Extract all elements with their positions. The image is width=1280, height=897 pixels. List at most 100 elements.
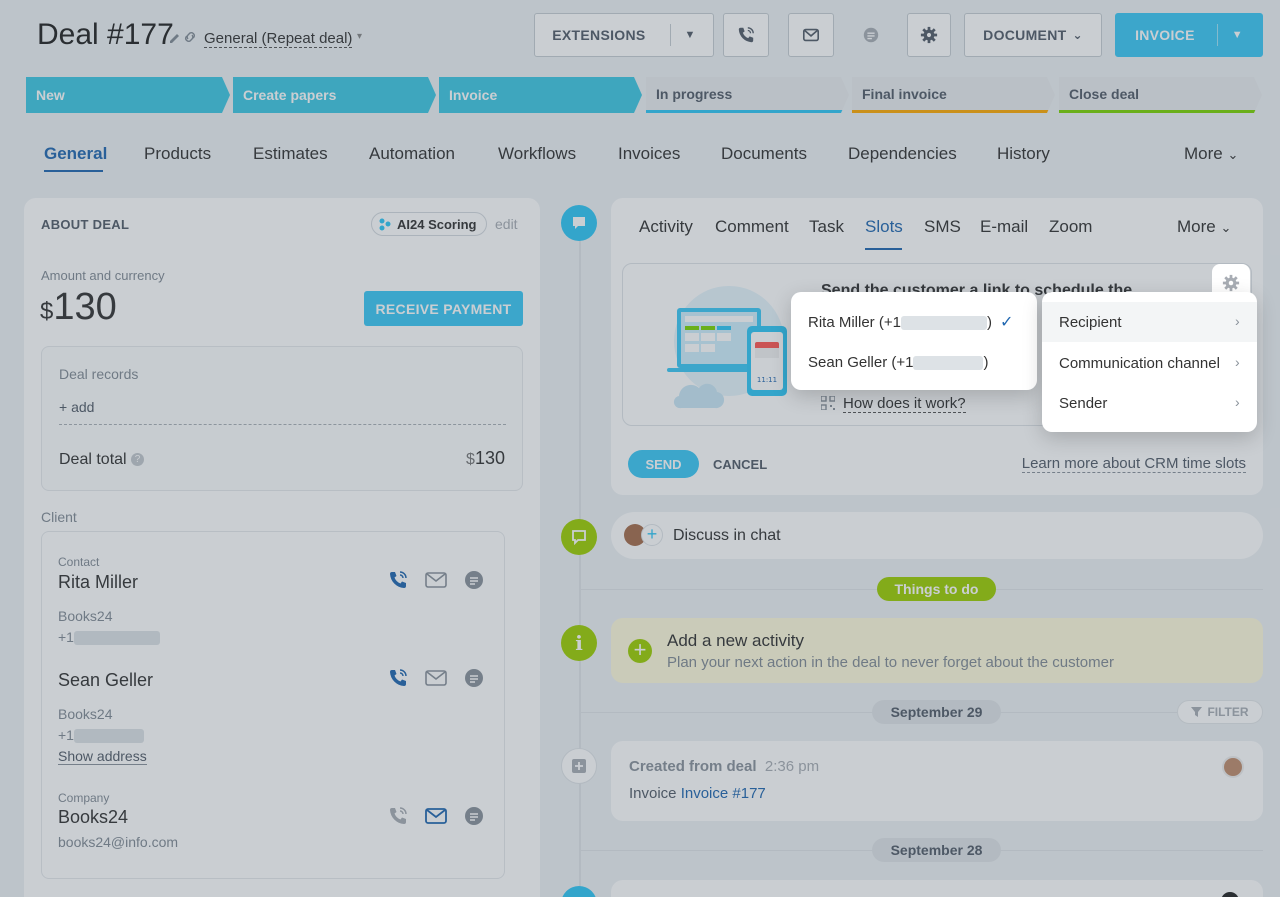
document-add-icon [572,759,586,773]
phone-icon[interactable] [388,570,408,590]
company-name[interactable]: Books24 [58,807,128,828]
document-button[interactable]: DOCUMENT ⌄ [964,13,1102,57]
amount-number: 130 [53,286,117,328]
invoice-link[interactable]: Invoice #177 [681,785,766,802]
envelope-icon[interactable] [425,806,447,826]
phone-icon[interactable] [388,668,408,688]
tab-dependencies[interactable]: Dependencies [848,144,957,164]
recipient-option-sean[interactable]: Sean Geller (+1) [808,354,988,371]
total-number: 130 [474,448,505,468]
tab-comment[interactable]: Comment [715,217,789,237]
stage-in-progress[interactable]: In progress [646,77,849,113]
created-event-body: Invoice Invoice #177 [629,785,766,802]
tab-invoices[interactable]: Invoices [618,144,680,164]
add-participant-icon[interactable]: + [641,524,663,546]
stage-create-papers[interactable]: Create papers [233,77,436,113]
tab-more[interactable]: More ⌄ [1177,217,1231,237]
deal-records-label: Deal records [59,366,139,382]
sean-label: Sean Geller (+1 [808,354,914,371]
tab-activity[interactable]: Activity [639,217,693,237]
contact-phone[interactable]: +1 [58,629,160,646]
receive-payment-button[interactable]: RECEIVE PAYMENT [364,291,523,326]
deal-total-value: $130 [466,448,505,469]
chevron-down-icon[interactable]: ▼ [685,29,696,41]
add-activity-card[interactable]: + Add a new activity Plan your next acti… [611,618,1263,683]
learn-more-link[interactable]: Learn more about CRM time slots [1021,456,1246,473]
menu-item-recipient[interactable]: Recipient [1059,314,1122,331]
invoice-button[interactable]: INVOICE ▼ [1115,13,1263,57]
stage-new[interactable]: New [26,77,230,113]
contact-phone[interactable]: +1 [58,727,144,744]
phone-icon[interactable] [388,806,408,826]
redacted-phone [900,316,987,331]
tab-zoom[interactable]: Zoom [1049,217,1092,237]
edit-link[interactable]: edit [495,216,518,232]
timeline-line [579,225,581,897]
tab-underline [44,170,103,172]
send-button[interactable]: SEND [628,450,699,478]
chevron-down-icon[interactable]: ▾ [357,31,362,42]
call-button[interactable] [723,13,769,57]
filter-button[interactable]: FILTER [1177,700,1263,724]
discuss-chat-label: Discuss in chat [673,527,781,544]
document-label: DOCUMENT [983,27,1067,43]
tab-documents[interactable]: Documents [721,144,807,164]
add-record-link[interactable]: + add [59,399,94,415]
help-icon[interactable]: ? [131,453,145,467]
tab-automation[interactable]: Automation [369,144,455,164]
deal-category[interactable]: General (Repeat deal) [204,31,353,48]
avatar [1221,892,1239,897]
phone-prefix: +1 [58,629,74,645]
stage-close-deal[interactable]: Close deal [1059,77,1262,113]
tab-more-label: More [1184,144,1223,163]
add-activity-subtitle: Plan your next action in the deal to nev… [667,654,1114,671]
how-it-works-link[interactable]: How does it work? [820,395,966,413]
clock-text: 11:11 [757,376,777,384]
tab-general[interactable]: General [44,144,107,164]
menu-item-sender[interactable]: Sender [1059,395,1107,412]
stage-final-invoice[interactable]: Final invoice [852,77,1055,113]
envelope-icon[interactable] [425,668,447,688]
page-title: Deal #177 [37,18,174,51]
tab-sms[interactable]: SMS [924,217,961,237]
chat-icon[interactable] [464,806,484,826]
extensions-button[interactable]: EXTENSIONS ▼ [534,13,714,57]
calendar-illustration: 11:11 [667,286,787,409]
timeline-event-icon [561,886,597,897]
chat-icon[interactable] [464,668,484,688]
tab-task[interactable]: Task [809,217,844,237]
company-email[interactable]: books24@info.com [58,834,178,850]
ai-scoring-badge[interactable]: AI24 Scoring [371,212,488,236]
envelope-icon [802,28,820,42]
date-badge: September 28 [872,838,1001,862]
chevron-down-icon[interactable]: ▼ [1232,29,1243,41]
recipient-option-rita[interactable]: Rita Miller (+1) [808,314,992,331]
chat-icon[interactable] [464,570,484,590]
edit-title-icon[interactable] [168,30,200,47]
menu-item-communication-channel[interactable]: Communication channel [1059,355,1220,372]
add-icon[interactable]: + [628,639,652,663]
tab-products[interactable]: Products [144,144,211,164]
envelope-icon[interactable] [425,570,447,590]
contact-name-rita[interactable]: Rita Miller [58,572,138,593]
tab-email[interactable]: E-mail [980,217,1028,237]
tab-slots[interactable]: Slots [865,217,903,237]
tab-workflows[interactable]: Workflows [498,144,576,164]
rita-label: Rita Miller (+1 [808,314,901,331]
contact-name-sean[interactable]: Sean Geller [58,670,153,691]
stage-invoice[interactable]: Invoice [439,77,642,113]
email-button[interactable] [788,13,834,57]
tab-estimates[interactable]: Estimates [253,144,328,164]
tab-underline [865,248,902,250]
contact-label: Contact [58,555,100,569]
redacted-phone [73,729,144,744]
discuss-chat-card[interactable]: + Discuss in chat [611,512,1263,559]
tab-history[interactable]: History [997,144,1050,164]
cancel-button[interactable]: CANCEL [713,457,767,472]
settings-button[interactable] [907,13,951,57]
tab-more[interactable]: More ⌄ [1184,144,1238,164]
timeline-event-card [611,880,1263,897]
show-address-link[interactable]: Show address [58,748,147,765]
recipient-submenu: Rita Miller (+1) ✓ Sean Geller (+1) [791,292,1037,390]
chat-button[interactable] [853,17,889,53]
